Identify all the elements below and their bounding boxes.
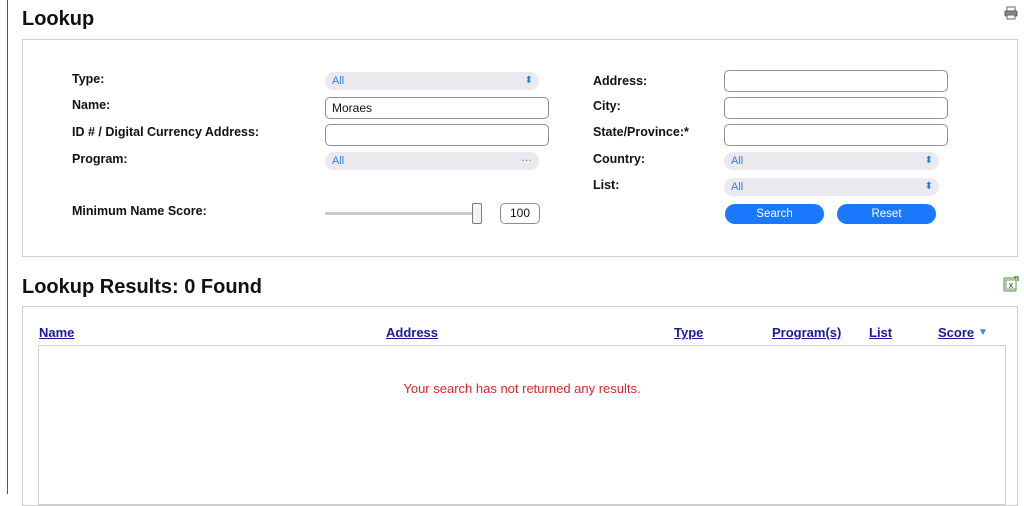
id-label: ID # / Digital Currency Address: xyxy=(72,125,260,139)
name-label: Name: xyxy=(72,98,111,112)
list-select[interactable]: All ⬍ xyxy=(724,178,939,196)
type-select-value: All xyxy=(332,75,345,87)
sort-desc-icon[interactable]: ▼ xyxy=(978,327,988,338)
list-label: List: xyxy=(593,178,620,192)
program-select-value: All xyxy=(332,155,345,167)
min-score-slider[interactable] xyxy=(325,212,478,215)
country-select-value: All xyxy=(731,155,744,167)
column-header-programs[interactable]: Program(s) xyxy=(772,325,841,340)
more-options-icon: … xyxy=(521,152,532,164)
address-label: Address: xyxy=(593,74,648,88)
updown-chevron-icon: ⬍ xyxy=(924,155,933,166)
min-score-value[interactable]: 100 xyxy=(500,203,540,224)
program-select[interactable]: All … xyxy=(325,152,539,170)
name-input[interactable] xyxy=(325,97,549,119)
city-label: City: xyxy=(593,99,621,113)
reset-button[interactable]: Reset xyxy=(837,204,936,224)
slider-thumb[interactable] xyxy=(472,203,482,224)
program-label: Program: xyxy=(72,152,128,166)
country-label: Country: xyxy=(593,152,646,166)
updown-chevron-icon: ⬍ xyxy=(524,75,533,86)
list-select-value: All xyxy=(731,181,744,193)
state-input[interactable] xyxy=(724,124,948,146)
results-table-body xyxy=(38,345,1006,505)
type-select[interactable]: All ⬍ xyxy=(325,72,539,90)
slider-fill xyxy=(325,212,478,215)
svg-text:X: X xyxy=(1009,283,1014,290)
search-button[interactable]: Search xyxy=(725,204,824,224)
column-header-score[interactable]: Score xyxy=(938,325,974,340)
state-label: State/Province:* xyxy=(593,125,689,139)
left-border xyxy=(7,0,8,494)
type-label: Type: xyxy=(72,72,105,86)
results-title: Lookup Results: 0 Found xyxy=(22,276,262,298)
column-header-type[interactable]: Type xyxy=(674,325,703,340)
column-header-address[interactable]: Address xyxy=(386,325,438,340)
id-input[interactable] xyxy=(325,124,549,146)
page-title: Lookup xyxy=(22,8,95,30)
updown-chevron-icon: ⬍ xyxy=(924,181,933,192)
column-header-name[interactable]: Name xyxy=(39,325,74,340)
excel-export-icon[interactable]: X xyxy=(1003,276,1019,292)
print-icon[interactable] xyxy=(1004,6,1018,20)
address-input[interactable] xyxy=(724,70,948,92)
empty-results-message: Your search has not returned any results… xyxy=(403,381,641,396)
country-select[interactable]: All ⬍ xyxy=(724,152,939,170)
city-input[interactable] xyxy=(724,97,948,119)
min-score-label: Minimum Name Score: xyxy=(72,204,207,218)
column-header-list[interactable]: List xyxy=(869,325,892,340)
